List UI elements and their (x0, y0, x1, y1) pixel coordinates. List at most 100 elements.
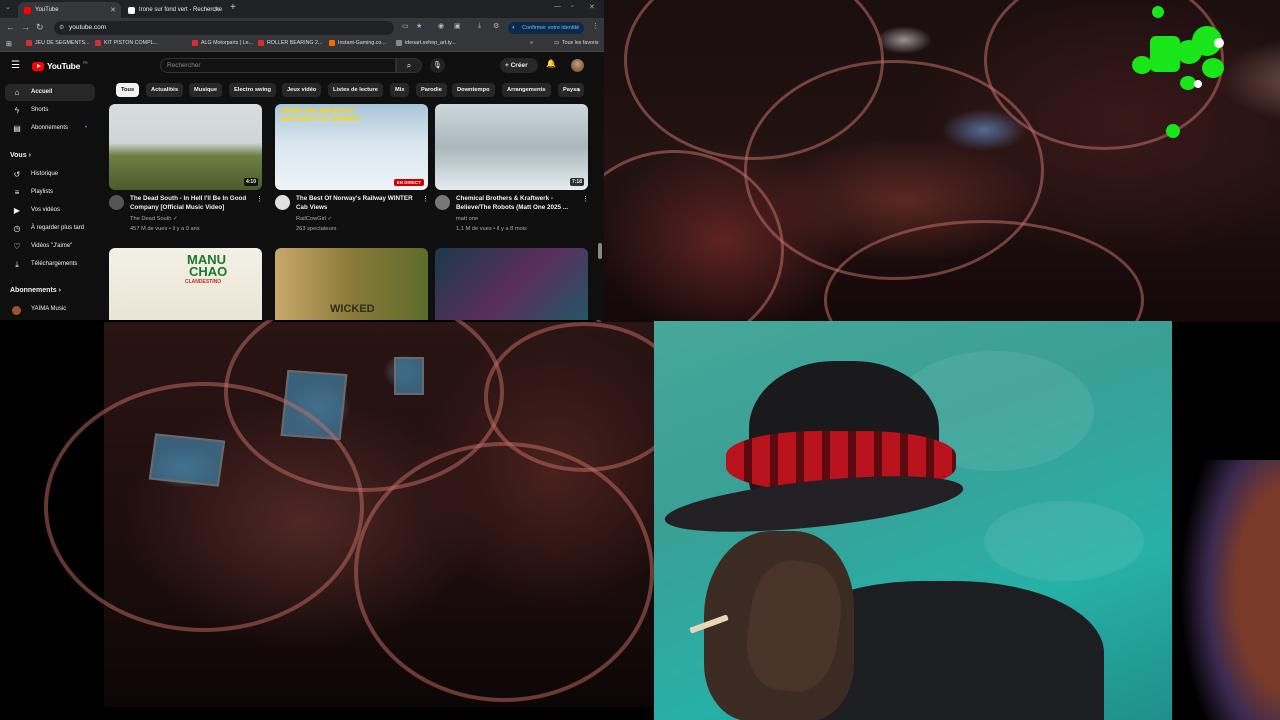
search-input[interactable]: Rechercher (160, 58, 396, 73)
youtube-logo[interactable]: YouTube FR (32, 61, 88, 71)
video-card[interactable] (435, 248, 588, 320)
video-thumbnail[interactable]: WICKED (275, 248, 428, 320)
sidebar-item-downloads[interactable]: ⤓ Téléchargements (5, 256, 95, 273)
channel-avatar[interactable] (275, 195, 290, 210)
channel-name[interactable]: The Dead South ✓ (130, 216, 178, 222)
sidebar-item-liked[interactable]: ♡ Vidéos "J'aime" (5, 238, 95, 255)
chip-playlists[interactable]: Listes de lecture (328, 83, 383, 97)
bookmarks-bar: ⊞ JEU DE SEGMENTS... KIT PISTON COMPL...… (0, 38, 604, 52)
video-thumbnail[interactable]: 4:10 (109, 104, 262, 190)
scrollbar[interactable] (598, 243, 602, 259)
account-avatar[interactable] (571, 59, 584, 72)
voice-search-button[interactable]: 🎙 (430, 58, 445, 73)
chip-downtempo[interactable]: Downtempo (452, 83, 495, 97)
tab-label: trone sur fond vert - Recherche (139, 7, 223, 13)
search-button[interactable]: ⌕ (396, 58, 422, 73)
channel-name[interactable]: RailCowGirl ✓ (296, 216, 332, 222)
tab-search-icon[interactable]: ⌄ (5, 3, 11, 11)
channel-avatar[interactable] (109, 195, 124, 210)
chevron-right-icon[interactable]: › (578, 85, 581, 94)
bookmark-6[interactable]: ideoart.sehep_art.ty... (396, 40, 456, 46)
chip-music[interactable]: Musique (189, 83, 223, 97)
video-title[interactable]: The Dead South - In Hell I'll Be In Good… (130, 195, 255, 212)
create-button[interactable]: + Créer (500, 58, 538, 73)
sidebar-item-your-videos[interactable]: ▶ Vos vidéos (5, 202, 95, 219)
bookmark-favicon-icon (258, 40, 264, 46)
minimize-icon[interactable]: — (554, 3, 561, 10)
chip-all[interactable]: Tous (116, 83, 140, 97)
bookmark-star-icon[interactable]: ★ (416, 22, 422, 30)
history-toolbar-icon[interactable]: ⚙ (493, 22, 499, 30)
all-bookmarks[interactable]: ▭ Tous les favoris (554, 40, 599, 46)
video-card[interactable]: MANU CHAO CLANDESTINO (109, 248, 262, 320)
video-card[interactable]: FROM THE MAJESTIC RAILWAYS OF NORWAY EN … (275, 104, 429, 239)
sidebar-item-shorts[interactable]: ϟ Shorts (5, 102, 95, 119)
chip-arrangements[interactable]: Arrangements (502, 83, 551, 97)
extension-icon[interactable]: ◉ (438, 22, 444, 30)
sidebar: ⌂ Accueil ϟ Shorts ▤ Abonnements • Vous › ↺ H… (0, 81, 104, 320)
sidebar-item-home[interactable]: ⌂ Accueil (5, 84, 95, 101)
sidebar-item-label: Historique (31, 171, 59, 177)
video-title[interactable]: Chemical Brothers & Kraftwerk - Believe/… (456, 195, 581, 212)
chip-parody[interactable]: Parodie (416, 83, 447, 97)
chip-electro-swing[interactable]: Electro swing (229, 83, 276, 97)
cast-icon[interactable]: ▭ (402, 22, 409, 30)
extensions-icon[interactable]: ▣ (454, 22, 461, 30)
new-tab-button[interactable]: + (230, 2, 236, 13)
sidebar-item-playlists[interactable]: ≡ Playlists (5, 184, 95, 201)
download-icon[interactable]: ⤓ (478, 22, 481, 30)
bookmark-1[interactable]: JEU DE SEGMENTS... (26, 40, 89, 46)
more-actions-icon[interactable]: ⋮ (256, 195, 263, 203)
tab-youtube[interactable]: YouTube ✕ (18, 2, 121, 18)
close-tab-icon[interactable]: ✕ (110, 6, 116, 14)
bookmark-5[interactable]: Instant-Gaming.co... (329, 40, 386, 46)
sidebar-item-label: Téléchargements (31, 261, 78, 267)
sidebar-item-watch-later[interactable]: ◷ À regarder plus tard (5, 220, 95, 237)
chip-video-games[interactable]: Jeux vidéo (282, 83, 322, 97)
close-tab-icon[interactable]: ✕ (214, 6, 220, 14)
bookmark-3[interactable]: ALG Motorparts | Le... (192, 40, 253, 46)
video-thumbnail[interactable] (435, 248, 588, 320)
you-section-heading[interactable]: Vous › (10, 152, 31, 159)
sidebar-item-channel[interactable]: YAIMA Music (5, 301, 95, 318)
video-thumbnail[interactable]: FROM THE MAJESTIC RAILWAYS OF NORWAY EN … (275, 104, 428, 190)
sidebar-item-subscriptions[interactable]: ▤ Abonnements • (5, 120, 95, 137)
folder-icon: ▭ (554, 40, 560, 46)
close-window-icon[interactable]: ✕ (589, 3, 595, 11)
bookmark-2[interactable]: KIT PISTON COMPL... (95, 40, 158, 46)
video-title[interactable]: The Best Of Norway's Railway WINTER Cab … (296, 195, 421, 212)
notifications-bell-icon[interactable]: 🔔 (546, 59, 556, 68)
video-card[interactable]: 4:10 The Dead South - In Hell I'll Be In… (109, 104, 263, 239)
video-thumbnail[interactable]: MANU CHAO CLANDESTINO (109, 248, 262, 320)
sidebar-item-label: Playlists (31, 189, 54, 195)
menu-icon[interactable]: ☰ (11, 60, 20, 71)
confirm-identity-button[interactable]: ◐ Confirmer votre identité (508, 22, 584, 34)
site-info-icon[interactable]: ⚙ (59, 21, 64, 35)
new-content-dot: • (85, 125, 88, 131)
more-actions-icon[interactable]: ⋮ (422, 195, 429, 203)
forward-icon[interactable]: → (21, 22, 30, 32)
address-bar: ← → ↻ ⚙ youtube.com ▭ ★ ◉ ▣ ⤓ ⚙ ◐ Confir… (0, 18, 604, 38)
your-videos-icon: ▶ (13, 206, 21, 215)
video-card[interactable]: 7:18 Chemical Brothers & Kraftwerk - Bel… (435, 104, 589, 239)
subscriptions-heading[interactable]: Abonnements › (10, 287, 61, 294)
more-actions-icon[interactable]: ⋮ (582, 195, 589, 203)
chip-mix[interactable]: Mix (390, 83, 410, 97)
sidebar-item-history[interactable]: ↺ Historique (5, 166, 95, 183)
channel-name[interactable]: matt one (456, 216, 478, 222)
reload-icon[interactable]: ↻ (36, 22, 44, 33)
more-bookmarks-icon[interactable]: » (530, 40, 533, 46)
video-thumbnail[interactable]: 7:18 (435, 104, 588, 190)
chip-news[interactable]: Actualités (146, 83, 184, 97)
back-icon[interactable]: ← (6, 22, 15, 32)
bookmark-4[interactable]: ROLLER BEARING 2... (258, 40, 322, 46)
bookmark-favicon-icon (396, 40, 402, 46)
thumbnail-caption: FROM THE MAJESTIC RAILWAYS OF NORWAY (281, 108, 362, 123)
apps-icon[interactable]: ⊞ (6, 40, 12, 48)
maximize-icon[interactable]: ▫ (571, 3, 573, 10)
url-field[interactable]: ⚙ youtube.com (54, 21, 394, 35)
tab-search[interactable]: trone sur fond vert - Recherche ✕ (122, 2, 225, 18)
video-card[interactable]: WICKED (275, 248, 428, 320)
channel-avatar[interactable] (435, 195, 450, 210)
chrome-menu-icon[interactable]: ⋮ (592, 22, 599, 30)
